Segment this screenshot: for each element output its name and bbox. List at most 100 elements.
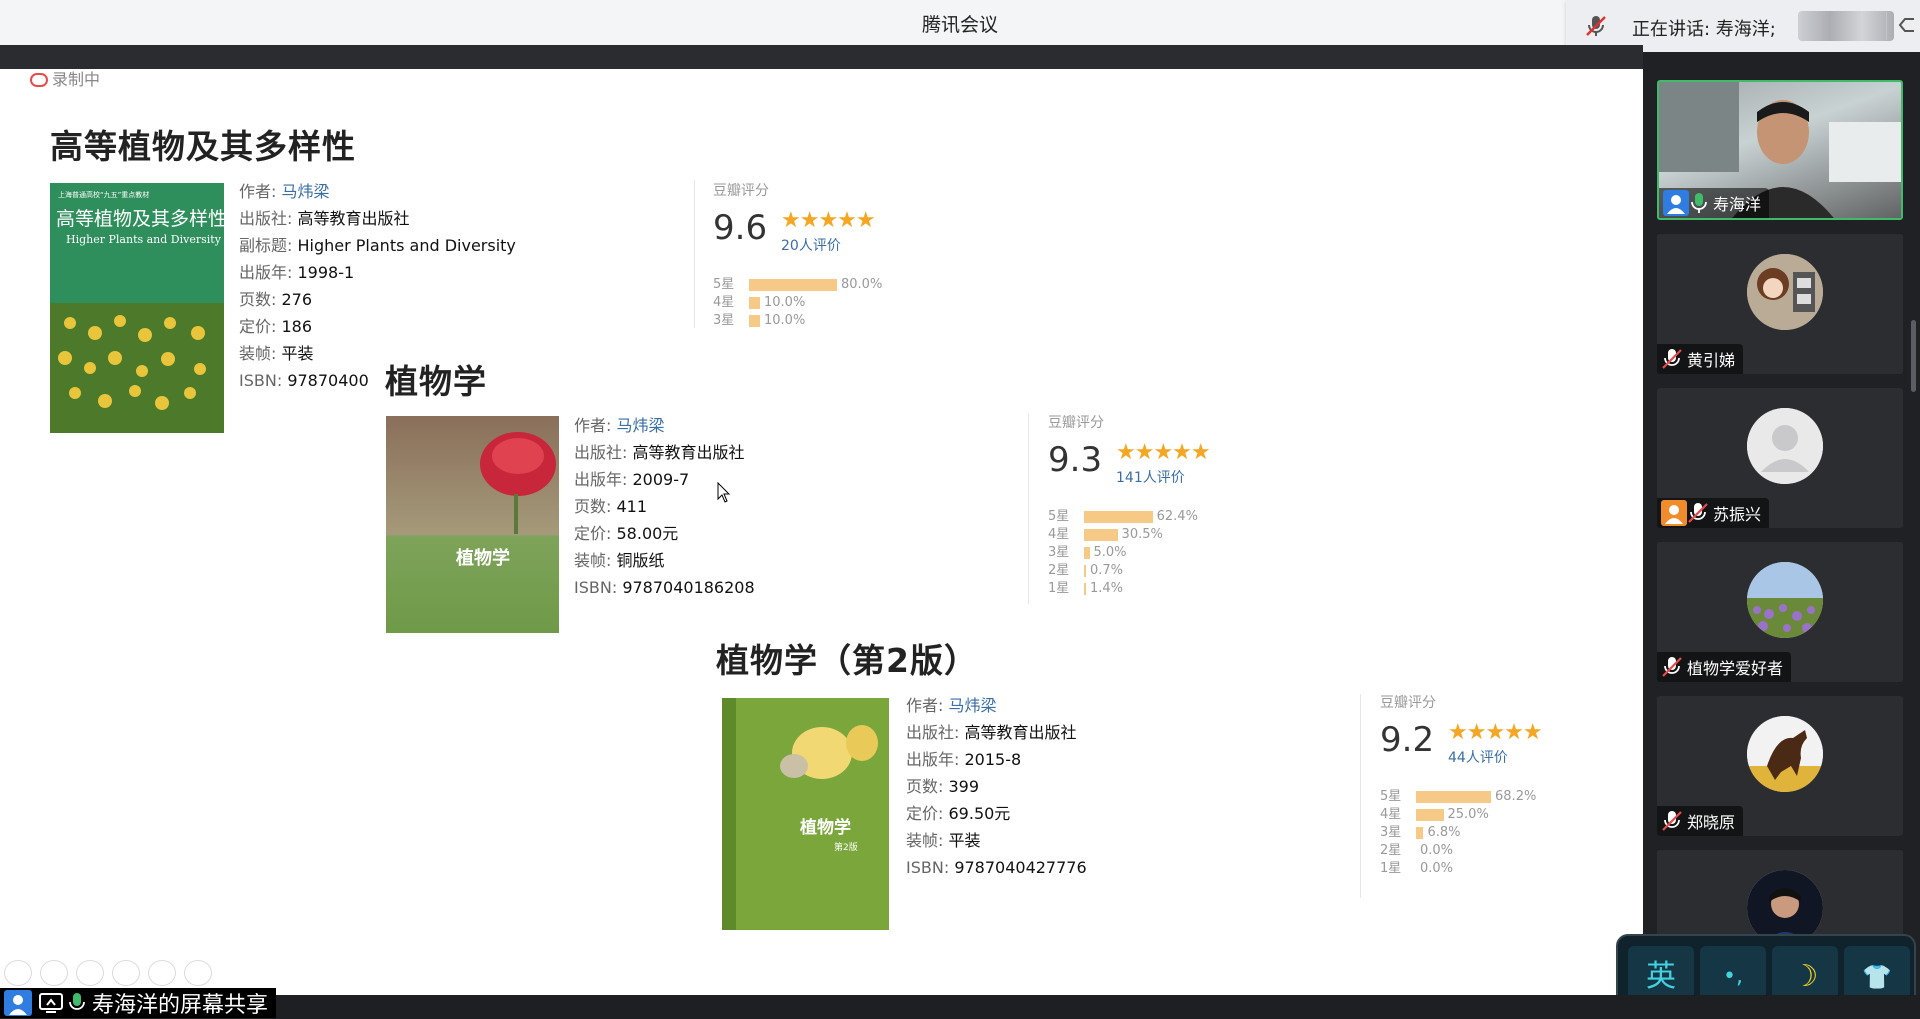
- rating-bar-row: 4星 30.5%: [1048, 526, 1198, 544]
- rating-star-label: 1星: [1380, 861, 1402, 876]
- avatar: [1747, 562, 1823, 638]
- participant-name: 苏振兴: [1713, 505, 1762, 524]
- cover-edition: 第2版: [834, 841, 858, 853]
- divider: [1886, 12, 1887, 40]
- rating-bar-row: 1星 0.0%: [1380, 860, 1536, 878]
- rating-bar-fill: [1416, 809, 1444, 821]
- rating-count-link[interactable]: 20人评价: [781, 235, 841, 255]
- sidebar-scrollbar[interactable]: [1911, 320, 1916, 392]
- participant-name: 植物学爱好者: [1687, 659, 1784, 678]
- next-icon[interactable]: [40, 960, 68, 986]
- participant-name: 黄引娣: [1687, 351, 1736, 370]
- rating-bars: 5星 68.2% 4星 25.0% 3星 6.8% 2星 0.0% 1星 0.0%: [1380, 788, 1536, 878]
- video-tile[interactable]: 植物学爱好者: [1657, 542, 1903, 682]
- star-rating: ★★★★★: [1448, 720, 1543, 745]
- mic-off-icon[interactable]: [1584, 14, 1608, 38]
- rating-bar-row: 5星 68.2%: [1380, 788, 1536, 806]
- prev-icon[interactable]: [4, 960, 32, 986]
- book-cover: 植物学: [386, 416, 559, 633]
- recording-text: 录制中: [52, 70, 101, 89]
- participant-sidebar: 寿海洋 黄引娣 苏振兴 植物学爱好者 郑晓原: [1643, 52, 1920, 995]
- rating-bar-row: 5星 62.4%: [1048, 508, 1198, 526]
- cover-top: 上海普通高校“九五”重点教材: [58, 190, 149, 199]
- rating-star-label: 1星: [1048, 581, 1070, 596]
- rating-bar-row: 2星 0.0%: [1380, 842, 1536, 860]
- host-icon: [1663, 190, 1689, 216]
- rating-star-label: 4星: [1380, 807, 1402, 822]
- rating-bar-row: 4星 10.0%: [713, 294, 882, 312]
- mic-off-icon: [1688, 503, 1708, 523]
- video-tile[interactable]: 黄引娣: [1657, 234, 1903, 374]
- rating-percent: 68.2%: [1495, 789, 1537, 804]
- mic-off-icon: [1662, 657, 1682, 677]
- blurred-avatars: [1798, 11, 1894, 41]
- rating-star-label: 5星: [713, 277, 735, 292]
- rating-percent: 0.0%: [1420, 861, 1454, 876]
- rating-bar-row: 3星 5.0%: [1048, 544, 1198, 562]
- video-tile[interactable]: 苏振兴: [1657, 388, 1903, 528]
- collapse-icon[interactable]: [1896, 14, 1918, 36]
- star-rating: ★★★★★: [1116, 440, 1211, 465]
- avatar: [1747, 716, 1823, 792]
- screen-share-text: 寿海洋的屏幕共享: [92, 993, 269, 1018]
- rating-count-link[interactable]: 141人评价: [1116, 467, 1185, 487]
- shared-screen-topbar: [0, 45, 1643, 69]
- rating-bar-row: 3星 10.0%: [713, 312, 882, 330]
- rating-bar-fill: [1416, 791, 1492, 803]
- rating-percent: 80.0%: [841, 277, 883, 292]
- mic-off-icon: [1662, 349, 1682, 369]
- mic-off-icon: [1662, 811, 1682, 831]
- rating-percent: 25.0%: [1447, 807, 1489, 822]
- zoom-icon[interactable]: [148, 960, 176, 986]
- rating-bar-fill: [1084, 583, 1086, 595]
- presentation-toolbar: [4, 960, 212, 986]
- rating-bar-fill: [1084, 511, 1153, 523]
- rating-panel: 豆瓣评分 9.2 ★★★★★ 44人评价 5星 68.2% 4星 25.0% 3星 6.8…: [1380, 695, 1543, 878]
- pen-icon[interactable]: [76, 960, 104, 986]
- rating-star-label: 3星: [1380, 825, 1402, 840]
- author-link[interactable]: 马炜梁: [282, 182, 330, 201]
- rating-bar-row: 2星 0.7%: [1048, 562, 1198, 580]
- rating-percent: 6.8%: [1427, 825, 1461, 840]
- rating-bar-row: 3星 6.8%: [1380, 824, 1536, 842]
- rating-percent: 0.0%: [1420, 843, 1454, 858]
- divider: [694, 180, 695, 328]
- participant-name: 郑晓原: [1687, 813, 1736, 832]
- mic-on-icon: [69, 993, 85, 1010]
- participant-namebar: 寿海洋: [1659, 188, 1770, 218]
- rating-star-label: 5星: [1048, 509, 1070, 524]
- rating-count-link[interactable]: 44人评价: [1448, 747, 1508, 767]
- rating-star-label: 2星: [1048, 563, 1070, 578]
- rating-bar-row: 5星 80.0%: [713, 276, 882, 294]
- participant-namebar: 植物学爱好者: [1657, 652, 1792, 682]
- rating-bar-fill: [1416, 827, 1424, 839]
- mouse-cursor-icon: [717, 482, 731, 503]
- rating-star-label: 3星: [1048, 545, 1070, 560]
- copy-icon[interactable]: [112, 960, 140, 986]
- divider: [1028, 414, 1029, 604]
- rating-bar-fill: [749, 315, 760, 327]
- rating-bar-row: 1星 1.4%: [1048, 580, 1198, 598]
- more-icon[interactable]: [184, 960, 212, 986]
- video-tile[interactable]: 寿海洋: [1657, 80, 1903, 220]
- book-title: 植物学（第2版）: [716, 641, 978, 680]
- author-link[interactable]: 马炜梁: [617, 416, 665, 435]
- cover-title: 植物学: [456, 547, 510, 569]
- rating-percent: 0.7%: [1090, 563, 1124, 578]
- video-tile[interactable]: 郑晓原: [1657, 696, 1903, 836]
- star-rating: ★★★★★: [781, 208, 876, 233]
- participant-name: 寿海洋: [1713, 195, 1762, 214]
- recording-indicator: 录制中: [30, 66, 100, 90]
- rating-percent: 10.0%: [764, 295, 806, 310]
- rating-bar-fill: [1084, 547, 1090, 559]
- author-link[interactable]: 马炜梁: [949, 696, 997, 715]
- rating-percent: 5.0%: [1093, 545, 1127, 560]
- screen-share-icon: [39, 993, 63, 1013]
- cover-title: 高等植物及其多样性: [56, 208, 224, 230]
- rating-star-label: 5星: [1380, 789, 1402, 804]
- rating-bar-fill: [749, 297, 760, 309]
- mic-on-icon: [1691, 193, 1707, 213]
- participant-namebar: 苏振兴: [1657, 498, 1770, 528]
- divider: [1360, 694, 1361, 898]
- rating-bar-fill: [1084, 529, 1118, 541]
